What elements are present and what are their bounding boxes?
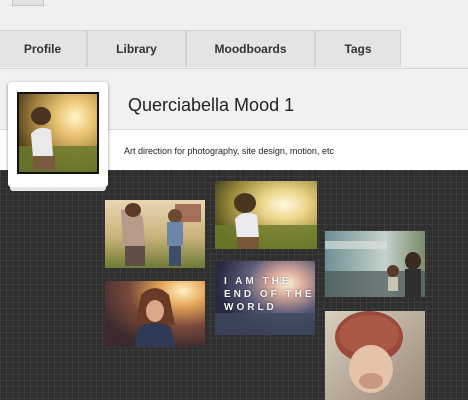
tab-moodboards[interactable]: Moodboards <box>186 30 315 67</box>
top-strip <box>0 0 468 28</box>
tile-sunset-child-photo[interactable] <box>215 181 317 249</box>
tile-girl-sunflare-photo[interactable] <box>105 281 205 347</box>
tab-library[interactable]: Library <box>87 30 186 67</box>
tile-porch-child-photo[interactable] <box>325 231 425 297</box>
handle[interactable] <box>12 0 44 6</box>
tile-end-of-world-poster[interactable]: I AM THE END OF THE WORLD <box>215 261 315 335</box>
tile-mother-child-photo[interactable] <box>105 200 205 268</box>
board-cover-card[interactable] <box>8 82 108 191</box>
card-stack-edge <box>10 187 106 191</box>
poster-overlay-text: I AM THE END OF THE WORLD <box>224 276 315 313</box>
tab-profile[interactable]: Profile <box>0 30 87 67</box>
board-description: Art direction for photography, site desi… <box>124 146 334 156</box>
tile-knit-hat-child-photo[interactable] <box>325 311 425 400</box>
tab-tags[interactable]: Tags <box>315 30 401 67</box>
main-tabs: Profile Library Moodboards Tags <box>0 28 468 69</box>
board-title: Querciabella Mood 1 <box>128 95 295 115</box>
board-cover-image <box>17 92 99 174</box>
